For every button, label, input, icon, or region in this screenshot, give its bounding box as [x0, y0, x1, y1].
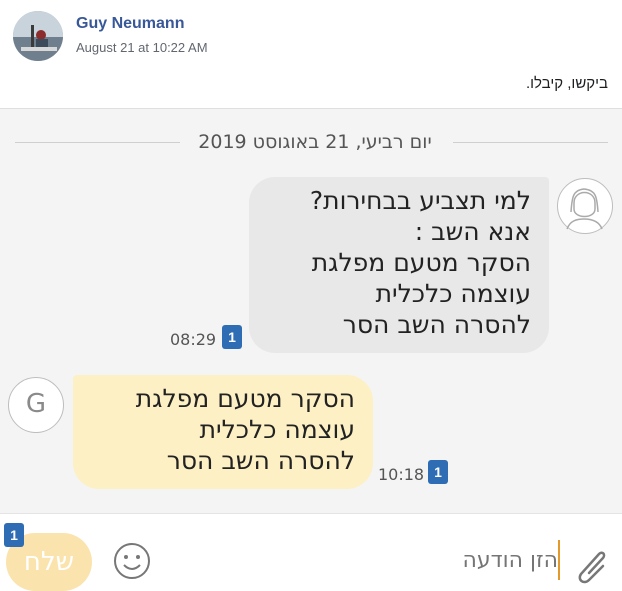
separator-line [15, 142, 180, 143]
incoming-message-bubble[interactable]: למי תצביע בבחירות? אנא השב : הסקר מטעם מ… [249, 177, 549, 353]
message-line: להסרה השב הסר [342, 310, 531, 339]
outgoing-message-bubble[interactable]: הסקר מטעם מפלגת עוצמה כלכלית להסרה השב ה… [73, 375, 373, 489]
sim-badge: 1 [4, 523, 24, 547]
message-line: עוצמה כלכלית [199, 415, 355, 444]
sim-badge: 1 [222, 325, 242, 349]
post-header: Guy Neumann August 21 at 10:22 AM ביקשו,… [0, 0, 622, 108]
contact-avatar[interactable] [557, 178, 613, 234]
text-cursor [558, 540, 560, 580]
message-line: הסקר מטעם מפלגת [135, 384, 355, 413]
message-time: 08:29 [170, 330, 217, 349]
message-time: 10:18 [378, 465, 425, 484]
attachment-icon[interactable] [573, 536, 613, 586]
message-line: להסרה השב הסר [166, 446, 355, 475]
message-line: אנא השב : [414, 217, 531, 246]
message-line: הסקר מטעם מפלגת [311, 248, 531, 277]
post-text: ביקשו, קיבלו. [525, 75, 608, 92]
chat-screenshot: יום רביעי, 21 באוגוסט 2019 למי תצביע בבח… [0, 108, 622, 591]
message-input[interactable] [330, 538, 558, 582]
date-label: יום רביעי, 21 באוגוסט 2019 [198, 131, 432, 153]
avatar-letter: G [25, 389, 47, 419]
post-timestamp[interactable]: August 21 at 10:22 AM [76, 40, 208, 55]
date-separator: יום רביעי, 21 באוגוסט 2019 [0, 129, 622, 155]
author-avatar[interactable] [13, 11, 63, 61]
separator-line [453, 142, 608, 143]
emoji-icon[interactable] [113, 542, 151, 580]
author-name[interactable]: Guy Neumann [76, 15, 184, 33]
message-input-bar: שלח 1 [0, 513, 622, 591]
sim-badge: 1 [428, 460, 448, 484]
contact-avatar-g[interactable]: G [8, 377, 64, 433]
message-line: עוצמה כלכלית [375, 279, 531, 308]
message-line: למי תצביע בבחירות? [309, 186, 531, 215]
